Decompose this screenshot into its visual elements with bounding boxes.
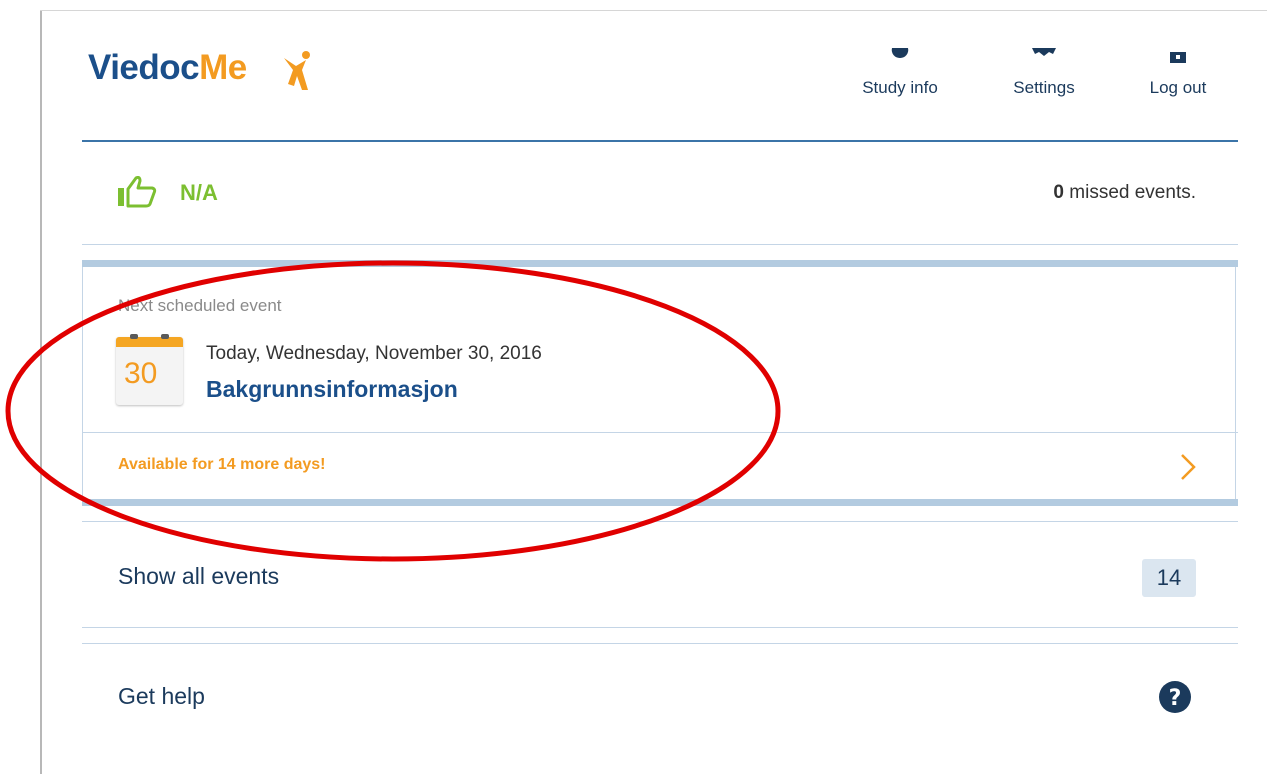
nav-log-out-label: Log out: [1149, 78, 1207, 97]
chevron-right-icon[interactable]: [1178, 452, 1198, 482]
header-divider: [82, 140, 1238, 142]
nav-log-out[interactable]: Log out: [1134, 48, 1222, 98]
show-all-events-link[interactable]: Show all events: [118, 563, 279, 590]
nav-settings-label: Settings: [1013, 78, 1075, 97]
svg-text:?: ?: [1169, 686, 1182, 711]
events-count-badge: 14: [1142, 559, 1196, 597]
missed-events-label: missed events.: [1064, 182, 1196, 203]
card-top-bar: [82, 260, 1238, 267]
next-event-label: Next scheduled event: [118, 296, 282, 315]
event-title[interactable]: Bakgrunnsinformasjon: [206, 376, 458, 403]
card-bottom-bar: [82, 499, 1238, 506]
window-left-border: [40, 10, 42, 774]
info-icon: [891, 48, 909, 59]
nav-study-info-label: Study info: [862, 78, 938, 97]
nav-study-info[interactable]: Study info: [850, 48, 950, 98]
viedocme-logo: ViedocMe: [88, 48, 247, 88]
calendar-header: [116, 337, 183, 347]
divider: [82, 627, 1238, 628]
logo-text-me: Me: [199, 48, 247, 87]
calendar-ring: [161, 334, 169, 339]
missed-events-count: 0: [1053, 182, 1064, 203]
divider: [82, 521, 1238, 522]
calendar-ring: [130, 334, 138, 339]
missed-events-text: 0 missed events.: [1053, 182, 1196, 204]
compliance-divider: [82, 244, 1238, 245]
availability-text: Available for 14 more days!: [118, 456, 326, 473]
compliance-status: N/A: [180, 180, 218, 205]
gear-icon: [1032, 48, 1056, 56]
event-date: Today, Wednesday, November 30, 2016: [206, 343, 542, 364]
calendar-day: 30: [124, 357, 158, 390]
window-top-border: [40, 10, 1267, 11]
app-window: ViedocMe Study info Settings Log out N/A…: [0, 0, 1267, 774]
logo-figure-icon: [284, 51, 310, 90]
divider: [82, 643, 1238, 644]
nav-settings[interactable]: Settings: [1000, 48, 1088, 98]
thumbs-up-icon: [118, 176, 157, 208]
question-icon[interactable]: ?: [1154, 678, 1198, 716]
get-help-link[interactable]: Get help: [118, 683, 205, 710]
logout-icon: [1170, 52, 1186, 63]
card-divider: [82, 432, 1238, 433]
logo-text-viedoc: Viedoc: [88, 48, 200, 87]
calendar-icon: 30: [116, 334, 183, 405]
